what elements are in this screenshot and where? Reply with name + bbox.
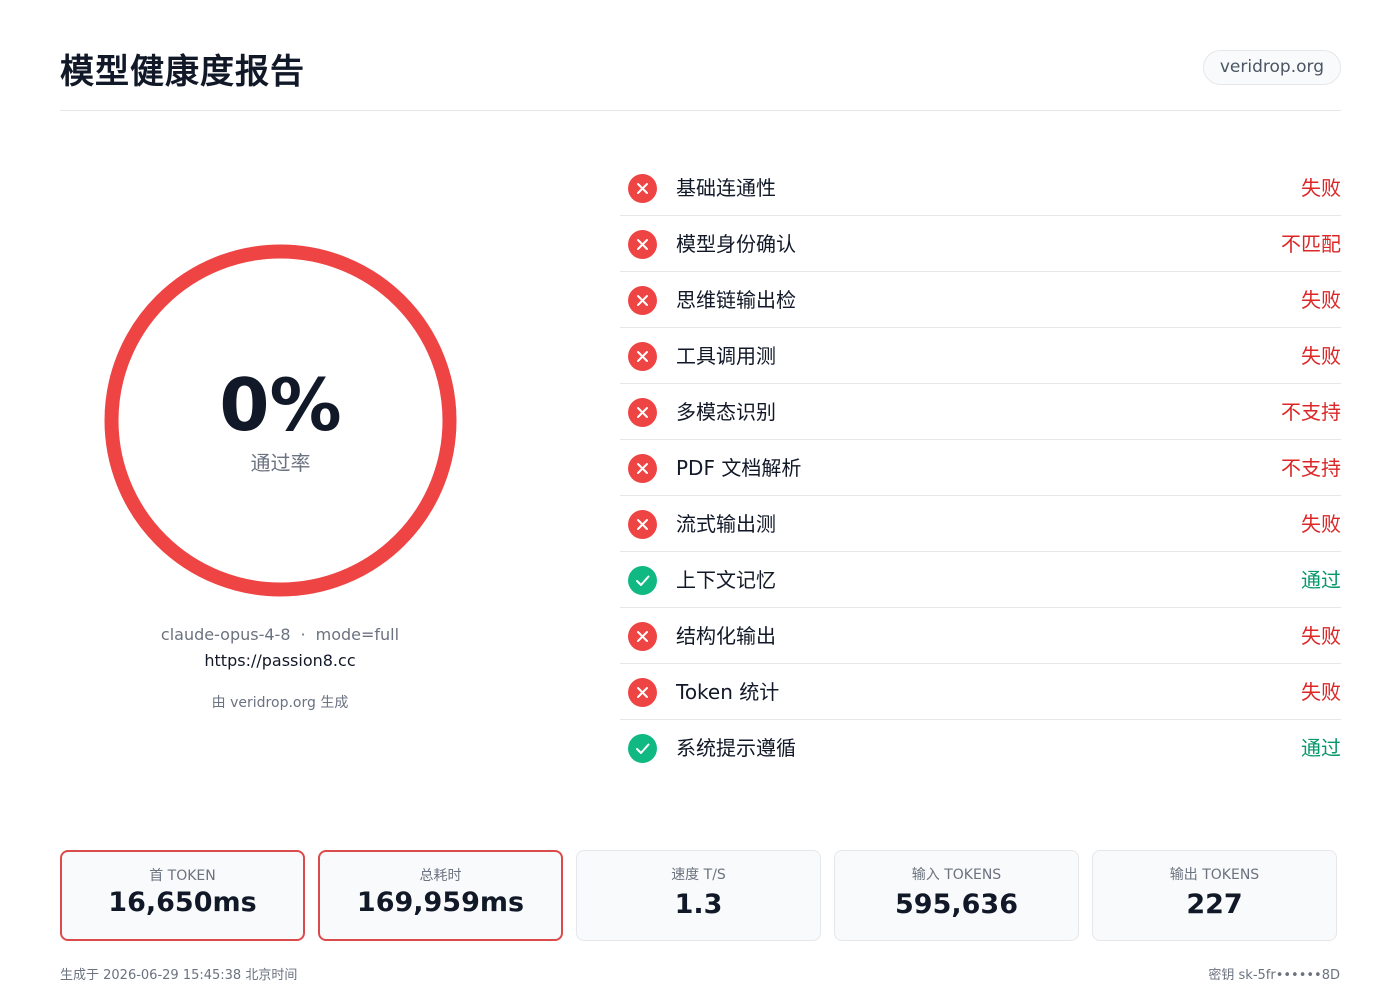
stat-label: 输出 TOKENS — [1169, 867, 1260, 883]
api-key-masked: 密钥 sk-5fr••••••8D — [1208, 968, 1340, 983]
check-status: 不支持 — [1281, 456, 1341, 480]
stat-card: 总耗时 169,959ms — [318, 850, 563, 941]
stat-label: 总耗时 — [419, 868, 462, 884]
check-name: 上下文记忆 — [676, 568, 776, 592]
page-title: 模型健康度报告 — [60, 52, 305, 92]
stat-label: 输入 TOKENS — [911, 867, 1002, 883]
check-status: 失败 — [1301, 288, 1341, 312]
generated-timestamp: 生成于 2026-06-29 15:45:38 北京时间 — [60, 968, 298, 983]
check-status: 失败 — [1301, 512, 1341, 536]
pass-rate-label: 通过率 — [250, 451, 311, 475]
stat-card: 速度 T/S 1.3 — [576, 850, 821, 941]
stat-card: 首 TOKEN 16,650ms — [60, 850, 305, 941]
check-status: 失败 — [1301, 624, 1341, 648]
stat-label: 速度 T/S — [671, 867, 726, 883]
check-row: 系统提示遵循 通过 — [620, 720, 1341, 776]
powered-by: 由 veridrop.org 生成 — [211, 695, 349, 711]
stat-label: 首 TOKEN — [149, 868, 216, 884]
stat-value: 1.3 — [674, 889, 723, 920]
check-name: 思维链输出检 — [676, 288, 796, 312]
stat-value: 595,636 — [895, 889, 1018, 920]
x-circle-icon — [628, 454, 657, 483]
pass-rate-value: 0% — [219, 363, 342, 447]
check-name: 流式输出测 — [676, 512, 776, 536]
check-status: 失败 — [1301, 680, 1341, 704]
check-name: 基础连通性 — [676, 176, 776, 200]
check-row: 基础连通性 失败 — [620, 160, 1341, 216]
check-status: 不支持 — [1281, 400, 1341, 424]
x-circle-icon — [628, 622, 657, 651]
stat-value: 16,650ms — [108, 887, 257, 918]
check-row: 多模态识别 不支持 — [620, 384, 1341, 440]
model-meta: claude-opus-4-8 · mode=full — [60, 624, 500, 646]
x-circle-icon — [628, 510, 657, 539]
check-row: PDF 文档解析 不支持 — [620, 440, 1341, 496]
check-name: 模型身份确认 — [676, 232, 796, 256]
check-status: 通过 — [1301, 568, 1341, 592]
x-circle-icon — [628, 342, 657, 371]
x-circle-icon — [628, 230, 657, 259]
check-status: 不匹配 — [1281, 232, 1341, 256]
x-circle-icon — [628, 174, 657, 203]
check-name: 系统提示遵循 — [676, 736, 796, 760]
stat-value: 169,959ms — [356, 887, 525, 918]
check-row: 上下文记忆 通过 — [620, 552, 1341, 608]
check-name: 多模态识别 — [676, 400, 776, 424]
check-row: 思维链输出检 失败 — [620, 272, 1341, 328]
check-list: 基础连通性 失败 模型身份确认 不匹配 思维链输出检 失败 工具调用测 失败 多模态识别 不支持 P… — [620, 160, 1341, 776]
report-header: 模型健康度报告 veridrop.org — [60, 50, 1341, 111]
check-name: Token 统计 — [676, 680, 780, 704]
stat-value: 227 — [1186, 889, 1243, 920]
check-circle-icon — [628, 566, 657, 595]
x-circle-icon — [628, 678, 657, 707]
check-row: 工具调用测 失败 — [620, 328, 1341, 384]
check-row: 结构化输出 失败 — [620, 608, 1341, 664]
endpoint-url: https://passion8.cc — [204, 651, 356, 670]
meta-separator: · — [300, 625, 306, 644]
stat-card: 输入 TOKENS 595,636 — [834, 850, 1079, 941]
check-name: 工具调用测 — [676, 344, 776, 368]
stats-row: 首 TOKEN 16,650ms 总耗时 169,959ms 速度 T/S 1.3 输入 T… — [60, 850, 1340, 941]
check-name: PDF 文档解析 — [676, 456, 802, 480]
x-circle-icon — [628, 398, 657, 427]
check-row: 模型身份确认 不匹配 — [620, 216, 1341, 272]
x-circle-icon — [628, 286, 657, 315]
domain-badge[interactable]: veridrop.org — [1202, 50, 1341, 85]
check-status: 通过 — [1301, 736, 1341, 760]
check-circle-icon — [628, 734, 657, 763]
mode-label: mode=full — [315, 625, 400, 644]
check-status: 失败 — [1301, 176, 1341, 200]
check-status: 失败 — [1301, 344, 1341, 368]
model-name: claude-opus-4-8 — [160, 625, 291, 644]
check-name: 结构化输出 — [676, 624, 776, 648]
score-ring: 0% 通过率 — [104, 244, 457, 597]
check-row: 流式输出测 失败 — [620, 496, 1341, 552]
check-row: Token 统计 失败 — [620, 664, 1341, 720]
stat-card: 输出 TOKENS 227 — [1092, 850, 1337, 941]
